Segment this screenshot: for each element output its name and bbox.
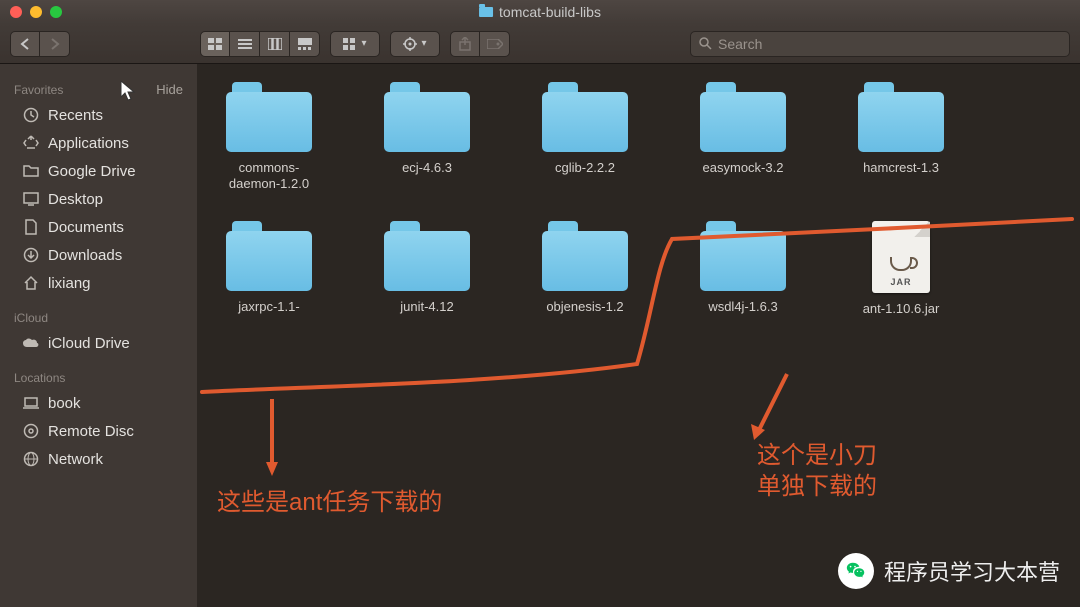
wechat-icon: [838, 553, 874, 589]
file-label: commons-daemon-1.2.0: [217, 160, 321, 193]
back-button[interactable]: [10, 31, 40, 57]
file-browser-area[interactable]: commons-daemon-1.2.0 ecj-4.6.3 cglib-2.2.2…: [197, 64, 1080, 607]
sidebar-item-label: Remote Disc: [48, 423, 134, 440]
file-item-folder[interactable]: easymock-3.2: [691, 82, 795, 193]
sidebar-item-remote-disc[interactable]: Remote Disc: [0, 417, 197, 445]
sidebar-section-label: iCloud: [14, 311, 48, 325]
file-label: ecj-4.6.3: [402, 160, 452, 176]
minimize-window-button[interactable]: [30, 6, 42, 18]
cloud-icon: [22, 334, 40, 352]
sidebar: Favorites Hide Recents Applications Goog…: [0, 64, 197, 607]
sidebar-item-label: Recents: [48, 107, 103, 124]
close-window-button[interactable]: [10, 6, 22, 18]
file-item-folder[interactable]: wsdl4j-1.6.3: [691, 221, 795, 317]
file-item-folder[interactable]: junit-4.12: [375, 221, 479, 317]
folder-icon: [479, 7, 493, 17]
toolbar: ▾ ▾: [0, 24, 1080, 64]
sidebar-item-label: Desktop: [48, 191, 103, 208]
folder-icon: [700, 221, 786, 291]
icon-view-button[interactable]: [200, 31, 230, 57]
file-item-jar[interactable]: JAR ant-1.10.6.jar: [849, 221, 953, 317]
laptop-icon: [22, 394, 40, 412]
tags-button[interactable]: [480, 31, 510, 57]
file-label: easymock-3.2: [703, 160, 784, 176]
sidebar-item-documents[interactable]: Documents: [0, 213, 197, 241]
folder-icon: [226, 221, 312, 291]
window-title-text: tomcat-build-libs: [499, 4, 601, 20]
file-label: objenesis-1.2: [546, 299, 623, 315]
folder-icon: [542, 221, 628, 291]
sidebar-item-desktop[interactable]: Desktop: [0, 185, 197, 213]
search-icon: [699, 37, 712, 50]
documents-icon: [22, 218, 40, 236]
sidebar-item-home[interactable]: lixiang: [0, 269, 197, 297]
file-item-folder[interactable]: hamcrest-1.3: [849, 82, 953, 193]
forward-button[interactable]: [40, 31, 70, 57]
watermark-text: 程序员学习大本营: [884, 555, 1060, 587]
disc-icon: [22, 422, 40, 440]
sidebar-item-recents[interactable]: Recents: [0, 101, 197, 129]
column-view-button[interactable]: [260, 31, 290, 57]
traffic-lights: [10, 6, 62, 18]
sidebar-section-icloud: iCloud: [0, 307, 197, 329]
sidebar-item-label: Applications: [48, 135, 129, 152]
folder-icon: [384, 221, 470, 291]
sidebar-item-label: Google Drive: [48, 163, 136, 180]
arrange-button[interactable]: ▾: [330, 31, 380, 57]
sidebar-item-google-drive[interactable]: Google Drive: [0, 157, 197, 185]
gallery-view-button[interactable]: [290, 31, 320, 57]
list-view-button[interactable]: [230, 31, 260, 57]
file-label: jaxrpc-1.1-: [238, 299, 299, 315]
folder-icon: [542, 82, 628, 152]
file-item-folder[interactable]: objenesis-1.2: [533, 221, 637, 317]
sidebar-item-label: Network: [48, 451, 103, 468]
sidebar-item-label: lixiang: [48, 275, 91, 292]
desktop-icon: [22, 190, 40, 208]
file-label: ant-1.10.6.jar: [863, 301, 940, 317]
folder-icon: [700, 82, 786, 152]
sidebar-item-icloud-drive[interactable]: iCloud Drive: [0, 329, 197, 357]
sidebar-section-locations: Locations: [0, 367, 197, 389]
clock-icon: [22, 106, 40, 124]
sidebar-item-label: iCloud Drive: [48, 335, 130, 352]
jar-file-icon: JAR: [872, 221, 930, 293]
maximize-window-button[interactable]: [50, 6, 62, 18]
sidebar-hide-button[interactable]: Hide: [156, 82, 183, 97]
sidebar-item-label: book: [48, 395, 81, 412]
annotation-text-right: 这个是小刀 单独下载的: [757, 440, 877, 502]
file-label: hamcrest-1.3: [863, 160, 939, 176]
window-titlebar: tomcat-build-libs: [0, 0, 1080, 24]
apps-icon: [22, 134, 40, 152]
file-item-folder[interactable]: ecj-4.6.3: [375, 82, 479, 193]
action-button[interactable]: ▾: [390, 31, 440, 57]
home-icon: [22, 274, 40, 292]
watermark: 程序员学习大本营: [838, 553, 1060, 589]
search-field[interactable]: [690, 31, 1070, 57]
file-item-folder[interactable]: commons-daemon-1.2.0: [217, 82, 321, 193]
folder-icon: [858, 82, 944, 152]
sidebar-section-label: Favorites: [14, 83, 63, 97]
sidebar-section-favorites: Favorites Hide: [0, 78, 197, 101]
sidebar-section-label: Locations: [14, 371, 65, 385]
share-button[interactable]: [450, 31, 480, 57]
file-item-folder[interactable]: cglib-2.2.2: [533, 82, 637, 193]
folder-icon: [22, 162, 40, 180]
window-title: tomcat-build-libs: [479, 4, 601, 20]
sidebar-item-downloads[interactable]: Downloads: [0, 241, 197, 269]
folder-icon: [226, 82, 312, 152]
file-item-folder[interactable]: jaxrpc-1.1-: [217, 221, 321, 317]
sidebar-item-applications[interactable]: Applications: [0, 129, 197, 157]
annotation-text-left: 这些是ant任务下载的: [217, 482, 442, 517]
folder-icon: [384, 82, 470, 152]
sidebar-item-label: Downloads: [48, 247, 122, 264]
sidebar-item-book[interactable]: book: [0, 389, 197, 417]
downloads-icon: [22, 246, 40, 264]
file-label: wsdl4j-1.6.3: [708, 299, 777, 315]
file-label: cglib-2.2.2: [555, 160, 615, 176]
globe-icon: [22, 450, 40, 468]
sidebar-item-network[interactable]: Network: [0, 445, 197, 473]
sidebar-item-label: Documents: [48, 219, 124, 236]
file-label: junit-4.12: [400, 299, 453, 315]
search-input[interactable]: [718, 36, 1061, 52]
